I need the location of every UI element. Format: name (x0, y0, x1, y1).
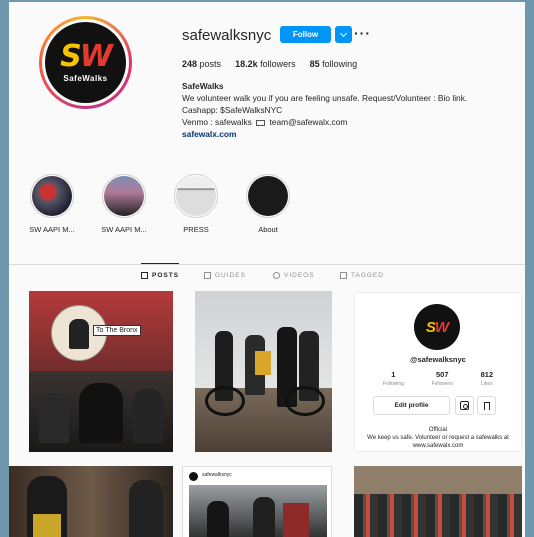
bio-name: SafeWalks (182, 81, 224, 91)
card-followers: 507 Followers (431, 370, 453, 387)
highlight-cover (104, 176, 144, 216)
highlight-cover (248, 176, 288, 216)
highlight-cover (32, 176, 72, 216)
profile-stats: 248 posts 18.2k followers 85 following (182, 59, 357, 69)
more-options-button[interactable]: ··· (354, 25, 371, 41)
bookmark-icon (477, 396, 496, 415)
bio-line: We volunteer walk you if you are feeling… (182, 93, 468, 103)
tabs-divider (9, 264, 525, 265)
guide-icon (204, 272, 211, 279)
highlight-label: SW AAPI M... (29, 225, 75, 234)
bio-link[interactable]: safewalx.com (182, 128, 467, 140)
tab-videos[interactable]: VIDEOS (273, 272, 315, 279)
bio-line: Cashapp: $SafeWalksNYC (182, 105, 283, 115)
highlight-label: PRESS (183, 225, 209, 234)
highlight-item[interactable]: PRESS (166, 174, 226, 234)
bio-line: Venmo : safewalks team@safewalx.com (182, 117, 348, 127)
video-icon (273, 272, 280, 279)
highlight-item[interactable]: About (238, 174, 298, 234)
logo-sw: SW (60, 39, 113, 74)
following-count[interactable]: 85 following (310, 59, 358, 69)
avatar-logo-text: SafeWalks (63, 74, 108, 83)
posts-count: 248 posts (182, 59, 222, 69)
envelope-icon (256, 120, 266, 126)
post-thumbnail[interactable] (195, 291, 332, 452)
instagram-icon (455, 396, 474, 415)
highlight-item[interactable]: SW AAPI M... (22, 174, 82, 234)
profile-avatar[interactable]: SW SafeWalks (39, 16, 132, 109)
profile-username: safewalksnyc (182, 27, 272, 44)
embedded-post-header: safewalksnyc (202, 472, 232, 478)
tab-guides[interactable]: GUIDES (204, 272, 246, 279)
highlight-item[interactable]: SW AAPI M... (94, 174, 154, 234)
card-following: 1 Following (382, 370, 404, 387)
profile-bio: SafeWalks We volunteer walk you if you a… (182, 80, 467, 140)
grid-icon (141, 272, 148, 279)
tag-icon (340, 272, 347, 279)
post-thumbnail[interactable]: To The Bronx (29, 291, 173, 452)
card-bio: Official We keep us safe. Volunteer or r… (367, 427, 509, 449)
followers-count[interactable]: 18.2k followers (235, 59, 296, 69)
card-avatar: SW (414, 304, 460, 350)
highlight-label: About (258, 225, 278, 234)
card-likes: 812 Likes (480, 370, 494, 387)
tab-posts[interactable]: POSTS (141, 263, 180, 279)
card-edit-profile: Edit profile (373, 396, 450, 415)
post-caption-label: To The Bronx (93, 325, 141, 336)
instagram-profile-page: SW SafeWalks safewalksnyc Follow ··· 248… (9, 2, 525, 537)
profile-screenshot-post[interactable]: SW @safewalksnyc 1 Following 507 Followers… (354, 292, 522, 452)
post-thumbnail[interactable]: safewalksnyc (182, 466, 332, 537)
suggested-dropdown-button[interactable] (335, 26, 352, 43)
follow-button[interactable]: Follow (280, 26, 331, 43)
card-stats: 1 Following 507 Followers 812 Likes (369, 370, 507, 387)
highlight-cover (176, 176, 216, 216)
tab-tagged[interactable]: TAGGED (340, 272, 384, 279)
highlight-label: SW AAPI M... (101, 225, 147, 234)
post-thumbnail[interactable] (354, 466, 522, 537)
post-thumbnail[interactable] (9, 466, 173, 537)
chevron-down-icon (339, 29, 348, 37)
card-username: @safewalksnyc (410, 355, 466, 364)
